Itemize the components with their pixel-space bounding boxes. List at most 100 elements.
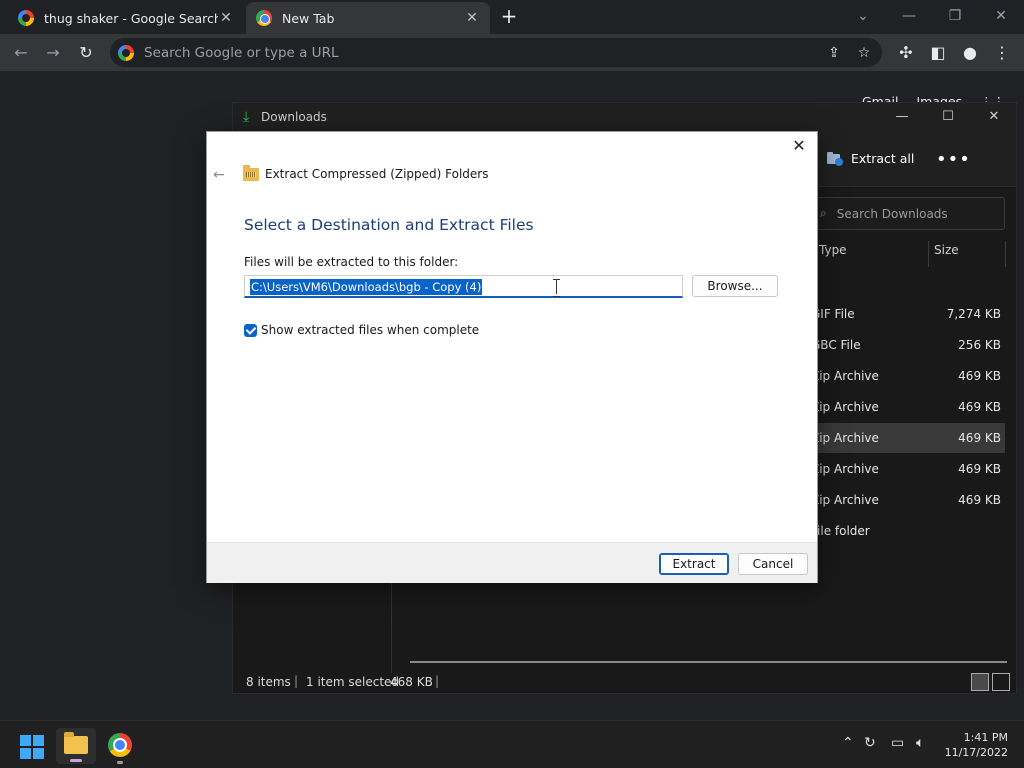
- destination-path-value[interactable]: C:\Users\VM6\Downloads\bgb - Copy (4): [250, 279, 483, 295]
- clock[interactable]: 1:41 PM 11/17/2022: [945, 730, 1008, 760]
- menu-dots-icon[interactable]: ⋮: [989, 40, 1015, 66]
- dialog-header: Extract Compressed (Zipped) Folders: [243, 164, 489, 181]
- extract-all-button[interactable]: Extract all: [827, 151, 914, 166]
- file-type: GBC File: [811, 338, 861, 352]
- file-row[interactable]: Zip Archive 469 KB: [811, 361, 1005, 391]
- chevron-up-icon[interactable]: ⌃: [842, 735, 854, 751]
- file-size: 469 KB: [958, 431, 1001, 445]
- tab-google-search[interactable]: thug shaker - Google Search ✕: [8, 2, 244, 34]
- selection-size: 468 KB: [390, 675, 433, 689]
- file-size: 469 KB: [958, 462, 1001, 476]
- column-divider[interactable]: [928, 241, 929, 267]
- cancel-button[interactable]: Cancel: [738, 553, 808, 575]
- restore-icon[interactable]: ❐: [932, 4, 978, 28]
- minimize-icon[interactable]: —: [879, 105, 925, 129]
- download-icon: ⤓: [243, 109, 250, 125]
- file-size: 469 KB: [958, 493, 1001, 507]
- dialog-heading: Select a Destination and Extract Files: [244, 216, 534, 234]
- file-row[interactable]: Zip Archive 469 KB: [811, 485, 1005, 515]
- explorer-search-input[interactable]: [836, 206, 1004, 221]
- file-explorer-taskbar-icon[interactable]: [56, 728, 96, 764]
- maximize-icon[interactable]: ☐: [925, 105, 971, 129]
- item-count: 8 items: [246, 675, 291, 689]
- taskbar: ⌃ ↻ ▭ 🔈︎ 1:41 PM 11/17/2022: [0, 720, 1024, 768]
- chrome-taskbar-icon[interactable]: [108, 733, 132, 757]
- tab-new-tab[interactable]: New Tab ✕: [246, 2, 490, 34]
- extract-all-label: Extract all: [851, 151, 915, 166]
- file-size: 256 KB: [958, 338, 1001, 352]
- zip-folder-icon: [243, 164, 259, 181]
- large-icons-view-icon[interactable]: [992, 673, 1010, 691]
- extract-dialog: ✕ ← Extract Compressed (Zipped) Folders …: [206, 131, 818, 583]
- file-row[interactable]: Zip Archive 469 KB: [811, 454, 1005, 484]
- column-header-type[interactable]: Type: [819, 243, 847, 257]
- back-arrow-icon[interactable]: ←: [213, 167, 231, 183]
- tab-title: thug shaker - Google Search: [44, 10, 218, 26]
- file-row[interactable]: GIF File 7,274 KB: [811, 299, 1005, 329]
- extensions-puzzle-icon[interactable]: ✣: [893, 40, 919, 66]
- extract-button[interactable]: Extract: [659, 553, 729, 575]
- new-tab-button[interactable]: +: [498, 6, 520, 28]
- column-divider[interactable]: [1005, 241, 1006, 267]
- windows-start-icon[interactable]: [20, 735, 44, 759]
- sync-icon[interactable]: ↻: [864, 735, 876, 751]
- close-window-icon[interactable]: ✕: [971, 105, 1017, 129]
- file-type: Zip Archive: [811, 431, 879, 445]
- file-row[interactable]: Zip Archive 469 KB: [811, 423, 1005, 453]
- close-tab-icon[interactable]: ✕: [218, 10, 234, 26]
- close-tab-icon[interactable]: ✕: [464, 10, 480, 26]
- tab-title: New Tab: [282, 10, 335, 26]
- side-panel-icon[interactable]: ◧: [925, 40, 951, 66]
- chrome-icon: [256, 10, 272, 26]
- back-arrow-icon[interactable]: ←: [8, 40, 34, 66]
- share-icon[interactable]: ⇪: [822, 45, 846, 61]
- tab-search-chevron-icon[interactable]: ⌄: [840, 4, 886, 28]
- text-cursor-icon: [553, 279, 561, 297]
- status-separator: |: [294, 674, 299, 688]
- close-icon[interactable]: ✕: [789, 136, 809, 156]
- forward-arrow-icon[interactable]: →: [40, 40, 66, 66]
- column-header-size[interactable]: Size: [934, 243, 959, 257]
- destination-path-input[interactable]: C:\Users\VM6\Downloads\bgb - Copy (4): [244, 275, 683, 298]
- profile-icon[interactable]: ●: [957, 40, 983, 66]
- file-type: Zip Archive: [811, 462, 879, 476]
- nav-pane-divider[interactable]: [391, 573, 392, 673]
- omnibox[interactable]: ⇪ ☆: [110, 38, 882, 67]
- bookmark-star-icon[interactable]: ☆: [852, 45, 876, 61]
- file-row[interactable]: File folder: [811, 516, 1005, 546]
- more-options-icon[interactable]: •••: [936, 149, 971, 170]
- explorer-status-bar: 8 items | 1 item selected 468 KB |: [233, 671, 1016, 695]
- explorer-search-box[interactable]: ⌕: [811, 197, 1005, 230]
- volume-icon[interactable]: 🔈︎: [916, 735, 924, 751]
- reload-icon[interactable]: ↻: [73, 40, 99, 66]
- browse-button[interactable]: Browse...: [692, 275, 778, 297]
- close-window-icon[interactable]: ✕: [978, 4, 1024, 28]
- file-type: Zip Archive: [811, 369, 879, 383]
- clock-time: 1:41 PM: [963, 731, 1008, 744]
- omnibox-input[interactable]: [144, 44, 822, 61]
- checkbox-checked-icon[interactable]: [244, 323, 257, 337]
- horizontal-scrollbar[interactable]: [410, 661, 1007, 663]
- browser-toolbar: ← → ↻ ⇪ ☆ ✣ ◧ ● ⋮: [0, 34, 1024, 71]
- destination-label: Files will be extracted to this folder:: [244, 255, 459, 269]
- status-separator: |: [435, 674, 440, 688]
- file-type: Zip Archive: [811, 400, 879, 414]
- details-view-icon[interactable]: [971, 673, 989, 691]
- network-icon[interactable]: ▭: [891, 735, 904, 751]
- extract-zip-icon: [827, 151, 843, 166]
- clock-date: 11/17/2022: [944, 746, 1008, 759]
- file-row[interactable]: Zip Archive 469 KB: [811, 392, 1005, 422]
- selection-count: 1 item selected: [306, 675, 400, 689]
- file-type: Zip Archive: [811, 493, 879, 507]
- file-size: 469 KB: [958, 400, 1001, 414]
- show-files-checkbox[interactable]: Show extracted files when complete: [244, 323, 479, 337]
- show-files-label: Show extracted files when complete: [261, 323, 480, 337]
- running-indicator: [117, 761, 123, 764]
- google-icon: [118, 44, 134, 61]
- search-icon: ⌕: [820, 206, 827, 220]
- browser-tab-strip: thug shaker - Google Search ✕ New Tab ✕ …: [0, 0, 1024, 34]
- dialog-header-title: Extract Compressed (Zipped) Folders: [265, 167, 489, 181]
- file-row[interactable]: GBC File 256 KB: [811, 330, 1005, 360]
- minimize-icon[interactable]: —: [886, 4, 932, 28]
- dialog-footer: Extract Cancel: [207, 542, 817, 583]
